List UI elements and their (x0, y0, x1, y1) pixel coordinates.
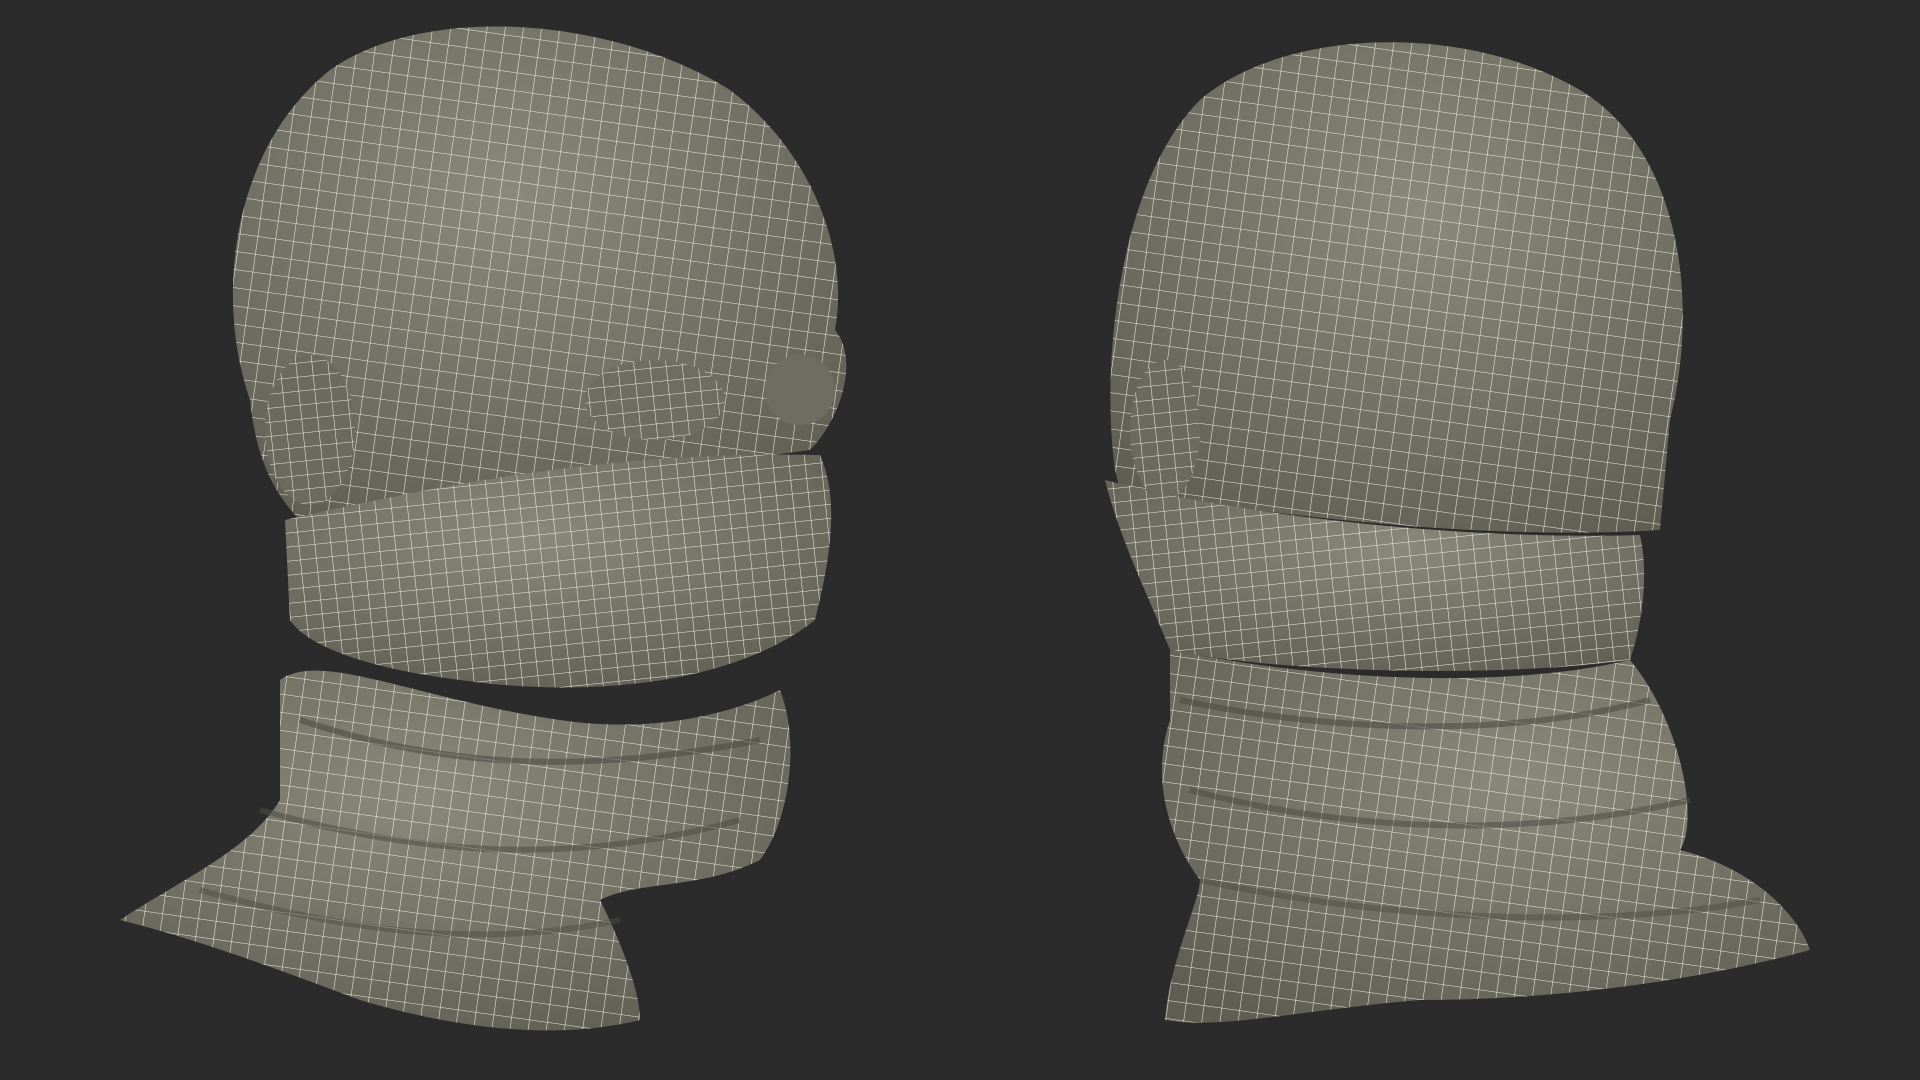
wireframe-render (120, 26, 1810, 1031)
render-viewport (0, 0, 1920, 1080)
right-head-model (1105, 42, 1810, 1023)
right-eye-socket (765, 355, 835, 425)
left-head-model (120, 26, 847, 1031)
